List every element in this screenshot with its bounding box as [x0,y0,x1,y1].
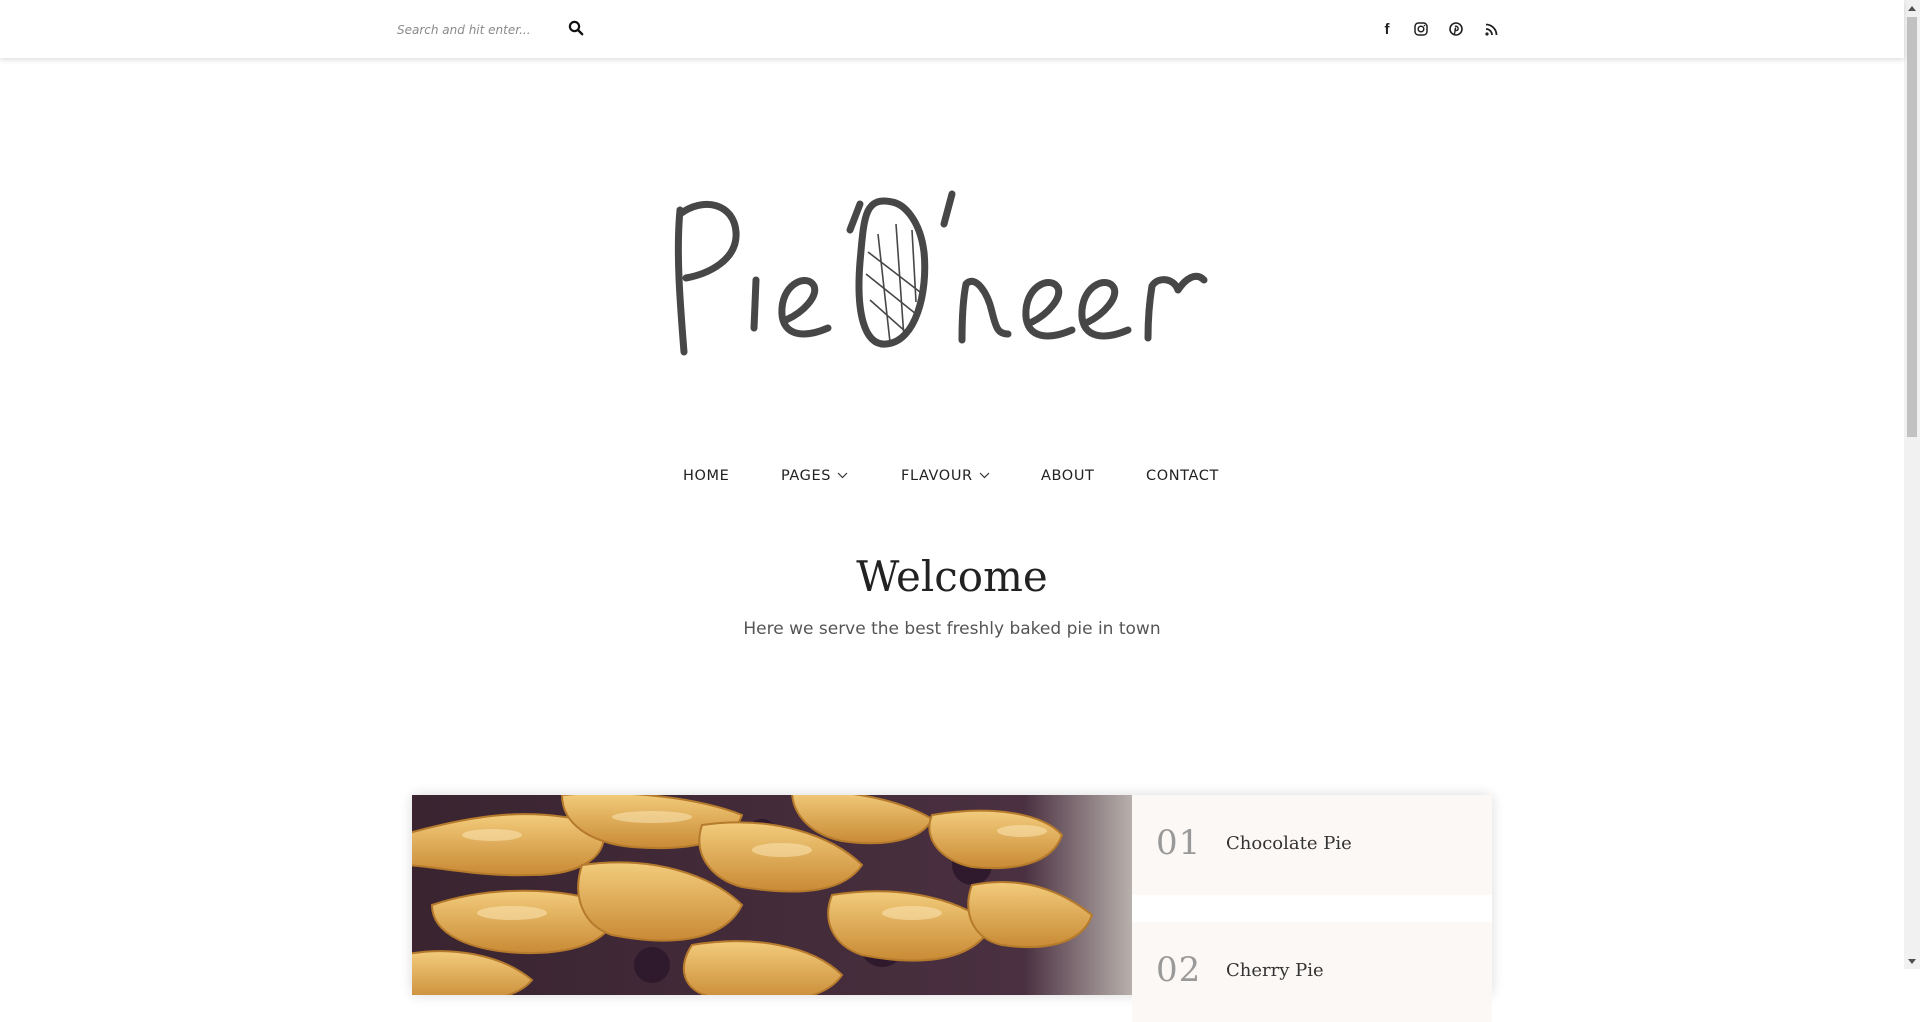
search-icon[interactable] [568,20,586,38]
chevron-down-icon [837,467,848,483]
list-item-number: 01 [1156,823,1202,863]
pinterest-icon[interactable] [1446,19,1466,39]
nav-pages[interactable]: PAGES [781,468,848,484]
nav-flavour-label: FLAVOUR [901,468,973,484]
nav-about[interactable]: ABOUT [1041,468,1095,484]
facebook-icon[interactable]: f [1377,19,1397,39]
featured-pie-image[interactable] [412,795,1132,995]
featured-list: 01 Chocolate Pie 02 Cherry Pie [1132,795,1492,1022]
rss-icon[interactable] [1481,19,1501,39]
list-item-title: Chocolate Pie [1226,833,1352,854]
top-bar: f [0,0,1904,58]
site-logo[interactable] [664,182,1244,362]
nav-home[interactable]: HOME [683,468,729,484]
featured-list-item[interactable]: 01 Chocolate Pie [1132,795,1492,895]
scroll-up-icon[interactable] [1904,0,1920,16]
main-nav: HOME PAGES FLAVOUR ABOUT CONTACT [0,468,1904,496]
list-item-number: 02 [1156,950,1202,990]
nav-pages-label: PAGES [781,468,832,484]
nav-contact[interactable]: CONTACT [1146,468,1219,484]
featured-slider: 01 Chocolate Pie 02 Cherry Pie [412,795,1492,1022]
page-subtitle: Here we serve the best freshly baked pie… [743,619,1161,639]
search-input[interactable] [395,18,569,42]
page-title: Welcome [856,552,1048,601]
scrollbar-thumb[interactable] [1907,17,1917,437]
logo-graphic [674,190,1208,356]
instagram-icon[interactable] [1411,19,1431,39]
chevron-down-icon [979,467,990,483]
nav-flavour[interactable]: FLAVOUR [901,468,990,484]
page-scrollbar[interactable] [1904,0,1920,969]
list-item-title: Cherry Pie [1226,960,1324,981]
scroll-down-icon[interactable] [1904,953,1920,969]
featured-list-item[interactable]: 02 Cherry Pie [1132,922,1492,1022]
